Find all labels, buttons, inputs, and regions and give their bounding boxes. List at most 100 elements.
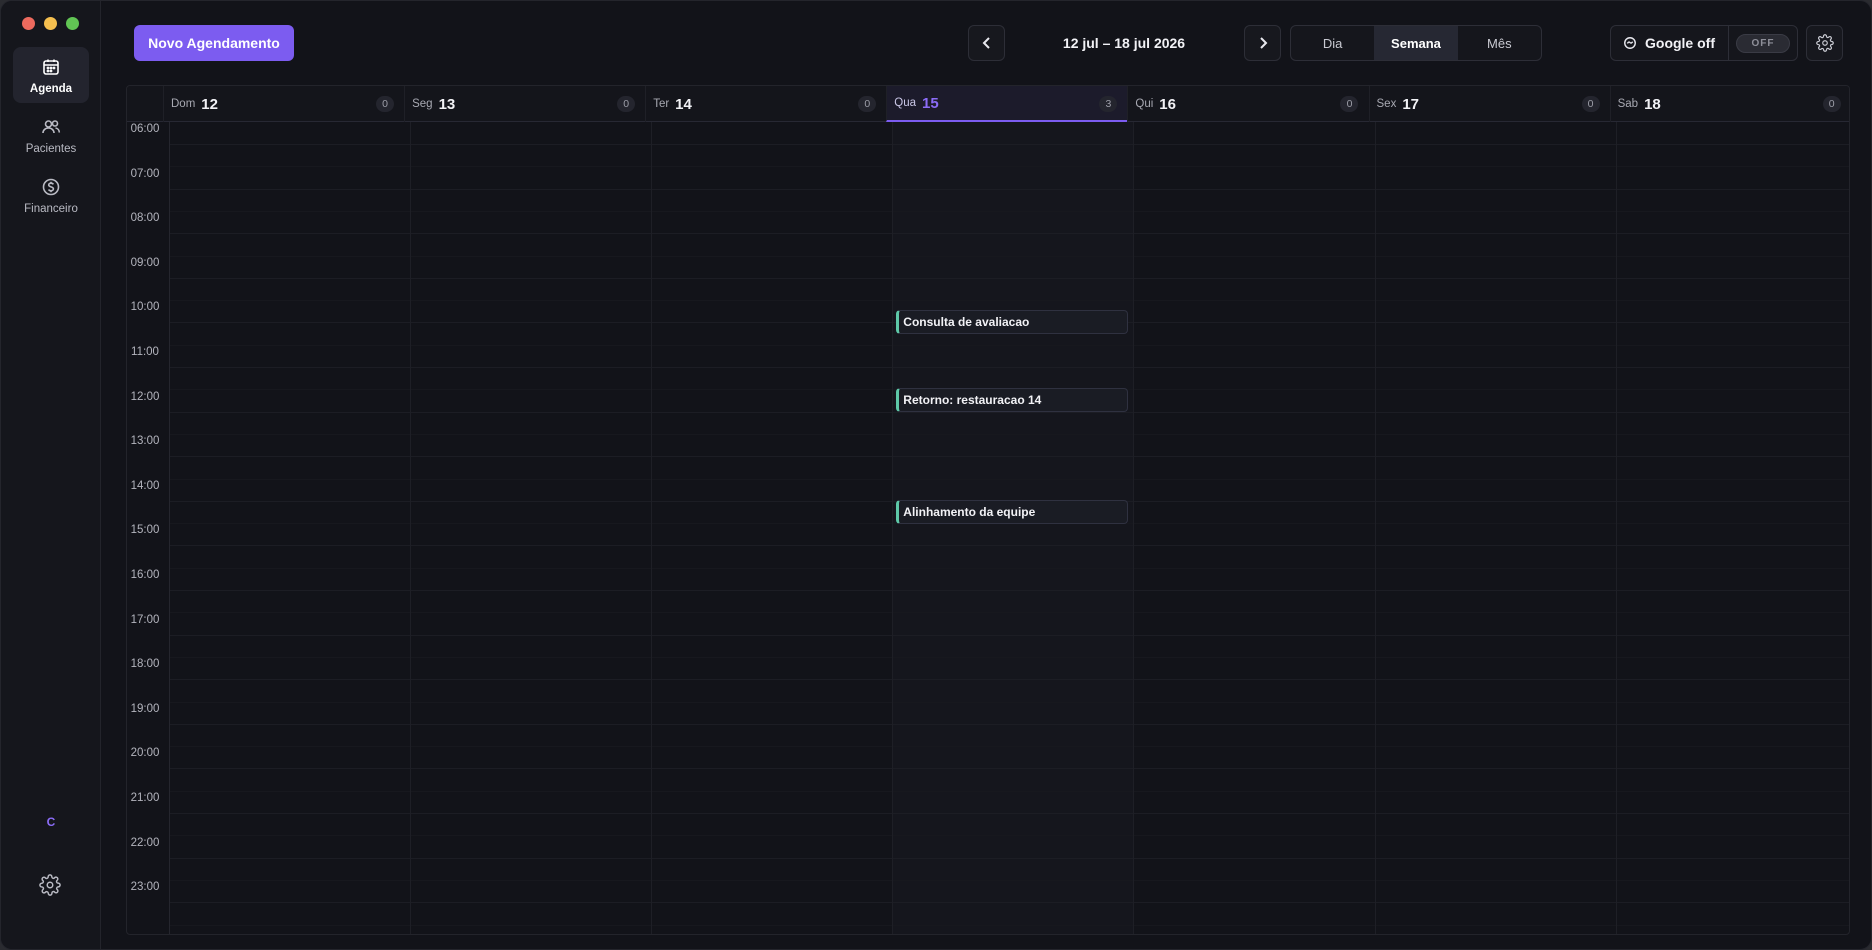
half-hour-gridline xyxy=(169,300,1849,302)
sidebar-item-label: Pacientes xyxy=(25,142,77,155)
calendar-event[interactable]: Retorno: restauracao 14 xyxy=(896,388,1129,413)
calendar-settings-button[interactable] xyxy=(1806,25,1843,61)
half-hour-gridline xyxy=(169,344,1849,346)
day-header-sex[interactable]: Sex 17 0 xyxy=(1368,86,1610,122)
hour-gridline xyxy=(169,768,1849,770)
hour-gridline xyxy=(169,679,1849,681)
calendar-event[interactable]: Alinhamento da equipe xyxy=(896,499,1129,524)
sidebar: Agenda Pacientes Financeiro C xyxy=(1,1,101,949)
sidebar-item-financeiro[interactable]: Financeiro xyxy=(13,167,89,223)
google-sync-toggle[interactable]: OFF xyxy=(1736,33,1790,53)
hour-gridline xyxy=(169,902,1849,904)
hour-label: 15:00 xyxy=(130,524,160,537)
half-hour-gridline xyxy=(169,166,1849,168)
hour-label: 09:00 xyxy=(130,256,160,269)
day-event-count-badge: 0 xyxy=(858,96,877,112)
day-event-count-badge: 0 xyxy=(376,96,395,112)
day-header-sab[interactable]: Sab 18 0 xyxy=(1609,86,1849,122)
view-day-tab[interactable]: Dia xyxy=(1291,26,1374,60)
sidebar-item-agenda[interactable]: Agenda xyxy=(13,47,89,103)
hour-gridline xyxy=(169,723,1849,725)
dollar-circle-icon xyxy=(40,176,62,198)
half-hour-gridline xyxy=(169,255,1849,257)
day-number: 12 xyxy=(201,95,218,113)
gear-icon xyxy=(1815,34,1834,52)
next-week-button[interactable] xyxy=(1244,25,1281,61)
toolbar: Novo Agendamento 12 jul – 18 jul 2026 Di… xyxy=(102,1,1871,85)
chevron-left-icon xyxy=(982,37,990,49)
google-sync-label: Google off xyxy=(1645,35,1715,51)
hour-label: 10:00 xyxy=(130,301,160,314)
half-hour-gridline xyxy=(169,612,1849,614)
window-controls xyxy=(22,17,79,30)
view-month-tab[interactable]: Mês xyxy=(1458,26,1541,60)
hour-label: 06:00 xyxy=(130,123,160,135)
day-number: 16 xyxy=(1159,95,1176,113)
hour-gridline xyxy=(169,367,1849,368)
day-number: 15 xyxy=(922,94,939,112)
hour-gridline xyxy=(169,456,1849,458)
hour-gridline xyxy=(169,277,1849,279)
day-number: 14 xyxy=(675,95,692,113)
day-header-qua[interactable]: Qua 15 3 xyxy=(886,86,1128,122)
chevron-right-icon xyxy=(1259,37,1267,49)
settings-gear-icon[interactable] xyxy=(39,874,61,896)
calendar-event[interactable]: Consulta de avaliacao xyxy=(896,310,1129,335)
day-column-divider xyxy=(1615,122,1617,934)
week-calendar: Dom 12 0 Seg 13 0 Ter 14 0 Qua 15 3 Qui 16 0 Sex 17 0 Sab 1… xyxy=(126,85,1850,935)
view-week-tab[interactable]: Semana xyxy=(1374,26,1458,60)
hour-gridline xyxy=(169,590,1849,591)
hour-label: 19:00 xyxy=(130,702,160,715)
sidebar-item-label: Financeiro xyxy=(24,202,78,215)
day-header-ter[interactable]: Ter 14 0 xyxy=(645,86,886,122)
hour-label: 16:00 xyxy=(130,569,160,581)
hour-gridline xyxy=(169,857,1849,859)
hour-label: 17:00 xyxy=(130,613,160,626)
time-grid: 06:00 07:00 08:00 09:00 10:00 11:00 12:00 13:00… xyxy=(127,122,1849,934)
sidebar-item-label: Agenda xyxy=(29,82,73,95)
half-hour-gridline xyxy=(169,879,1849,881)
maximize-window-button[interactable] xyxy=(66,17,79,30)
hour-label: 14:00 xyxy=(130,479,160,492)
half-hour-gridline xyxy=(169,433,1849,435)
day-header-qui[interactable]: Qui 16 0 xyxy=(1127,86,1368,122)
minimize-window-button[interactable] xyxy=(44,17,57,30)
day-number: 13 xyxy=(438,95,456,113)
sync-icon xyxy=(1624,37,1636,49)
day-column-divider xyxy=(1374,122,1376,934)
previous-week-button[interactable] xyxy=(968,25,1005,61)
hour-gridline xyxy=(169,233,1849,235)
half-hour-gridline xyxy=(169,746,1849,748)
close-window-button[interactable] xyxy=(22,17,35,30)
google-sync-control: Google off OFF xyxy=(1610,25,1798,61)
hour-gridline xyxy=(169,144,1849,145)
user-avatar[interactable]: C xyxy=(1,815,101,829)
hour-label: 18:00 xyxy=(130,658,160,671)
calendar-icon xyxy=(40,56,62,78)
day-name: Sex xyxy=(1376,98,1397,110)
google-sync-button[interactable]: Google off xyxy=(1611,26,1729,60)
hour-label: 12:00 xyxy=(130,390,160,403)
day-header-dom[interactable]: Dom 12 0 xyxy=(163,86,404,122)
day-column-divider xyxy=(1133,122,1135,934)
sidebar-nav: Agenda Pacientes Financeiro xyxy=(13,47,89,227)
hour-label: 08:00 xyxy=(130,212,160,225)
day-column-divider xyxy=(892,122,894,934)
day-name: Sab xyxy=(1617,98,1639,110)
app-window: Agenda Pacientes Financeiro C Novo Agend… xyxy=(0,0,1872,950)
day-event-count-badge: 0 xyxy=(1340,96,1359,112)
new-appointment-button[interactable]: Novo Agendamento xyxy=(134,25,294,61)
day-name: Ter xyxy=(653,98,670,110)
hour-gridline xyxy=(169,188,1849,190)
half-hour-gridline xyxy=(169,924,1849,926)
hour-label: 11:00 xyxy=(131,346,159,358)
hour-label: 20:00 xyxy=(130,747,160,760)
half-hour-gridline xyxy=(169,701,1849,703)
day-name: Qui xyxy=(1135,98,1154,110)
day-header-seg[interactable]: Seg 13 0 xyxy=(404,86,645,122)
hour-label: 22:00 xyxy=(130,836,160,849)
day-header-row: Dom 12 0 Seg 13 0 Ter 14 0 Qua 15 3 Qui 16 0 Sex 17 0 Sab 1… xyxy=(127,86,1849,122)
hour-label: 07:00 xyxy=(130,167,160,180)
sidebar-item-pacientes[interactable]: Pacientes xyxy=(13,107,89,163)
hour-gridline xyxy=(169,634,1849,636)
